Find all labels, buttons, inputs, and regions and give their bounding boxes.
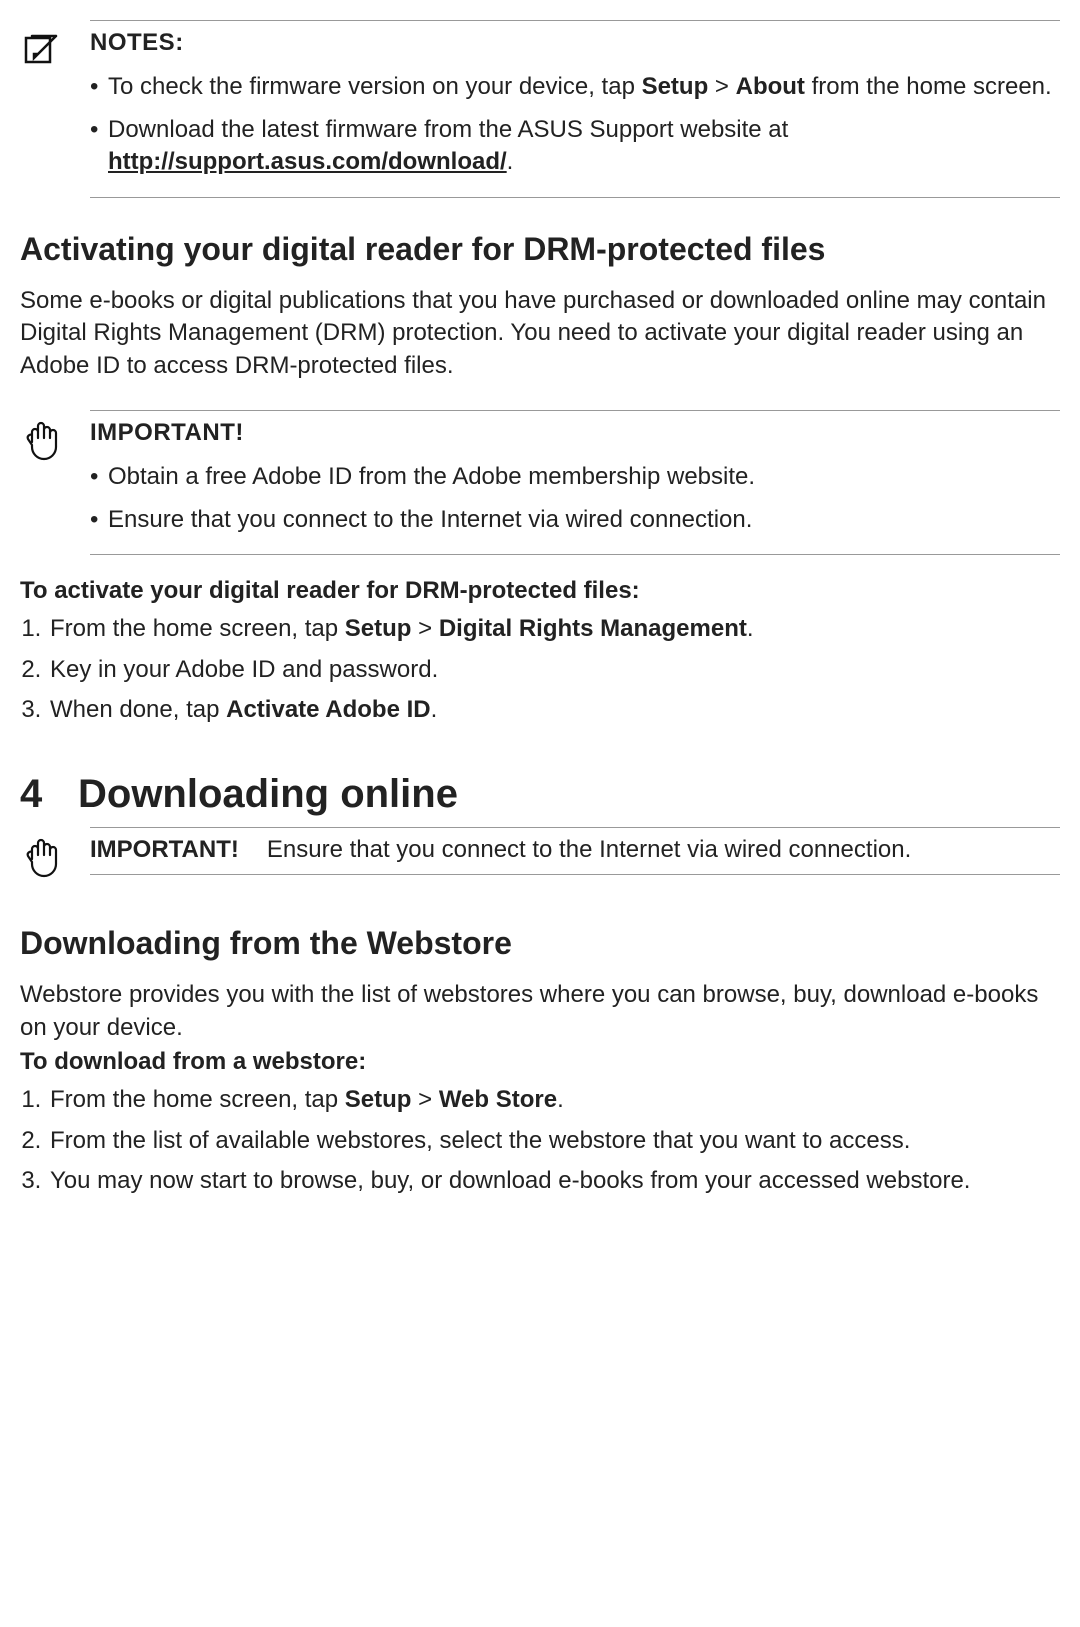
notes-item-1: To check the firmware version on your de…: [90, 71, 1060, 103]
chapter-title: Downloading online: [78, 767, 458, 821]
webstore-heading: Downloading from the Webstore: [20, 922, 1060, 965]
webstore-step-3: You may now start to browse, buy, or dow…: [48, 1165, 1060, 1197]
drm-heading: Activating your digital reader for DRM-p…: [20, 228, 1060, 271]
support-link[interactable]: http://support.asus.com/download/: [108, 148, 507, 175]
drm-important-item-2: Ensure that you connect to the Internet …: [90, 504, 1060, 536]
drm-step-3: When done, tap Activate Adobe ID.: [48, 694, 1060, 726]
drm-important-title: IMPORTANT!: [90, 419, 244, 446]
chapter-header: 4 Downloading online: [20, 767, 1060, 821]
chapter-important-text: Ensure that you connect to the Internet …: [267, 834, 911, 866]
notes-icon: [20, 28, 60, 77]
hand-icon: [20, 835, 60, 892]
notes-item-2: Download the latest firmware from the AS…: [90, 114, 1060, 179]
chapter-important-callout: IMPORTANT! Ensure that you connect to th…: [20, 827, 1060, 892]
webstore-step-2: From the list of available webstores, se…: [48, 1125, 1060, 1157]
notes-callout: NOTES: To check the firmware version on …: [20, 20, 1060, 198]
drm-steps-title: To activate your digital reader for DRM-…: [20, 575, 1060, 607]
notes-list: To check the firmware version on your de…: [90, 71, 1060, 178]
webstore-paragraph: Webstore provides you with the list of w…: [20, 979, 1060, 1044]
drm-important-list: Obtain a free Adobe ID from the Adobe me…: [90, 461, 1060, 536]
drm-important-callout: IMPORTANT! Obtain a free Adobe ID from t…: [20, 410, 1060, 555]
drm-paragraph: Some e-books or digital publications tha…: [20, 285, 1060, 382]
drm-important-body: IMPORTANT! Obtain a free Adobe ID from t…: [90, 410, 1060, 555]
chapter-important-title: IMPORTANT!: [90, 834, 239, 866]
drm-step-1: From the home screen, tap Setup > Digita…: [48, 613, 1060, 645]
notes-body: NOTES: To check the firmware version on …: [90, 20, 1060, 198]
drm-steps: From the home screen, tap Setup > Digita…: [20, 613, 1060, 726]
hand-icon: [20, 418, 60, 475]
webstore-steps: From the home screen, tap Setup > Web St…: [20, 1084, 1060, 1197]
notes-title: NOTES:: [90, 29, 184, 56]
webstore-steps-title: To download from a webstore:: [20, 1046, 1060, 1078]
webstore-step-1: From the home screen, tap Setup > Web St…: [48, 1084, 1060, 1116]
drm-important-item-1: Obtain a free Adobe ID from the Adobe me…: [90, 461, 1060, 493]
drm-step-2: Key in your Adobe ID and password.: [48, 654, 1060, 686]
chapter-important-body: IMPORTANT! Ensure that you connect to th…: [90, 827, 1060, 875]
chapter-number: 4: [20, 767, 78, 821]
